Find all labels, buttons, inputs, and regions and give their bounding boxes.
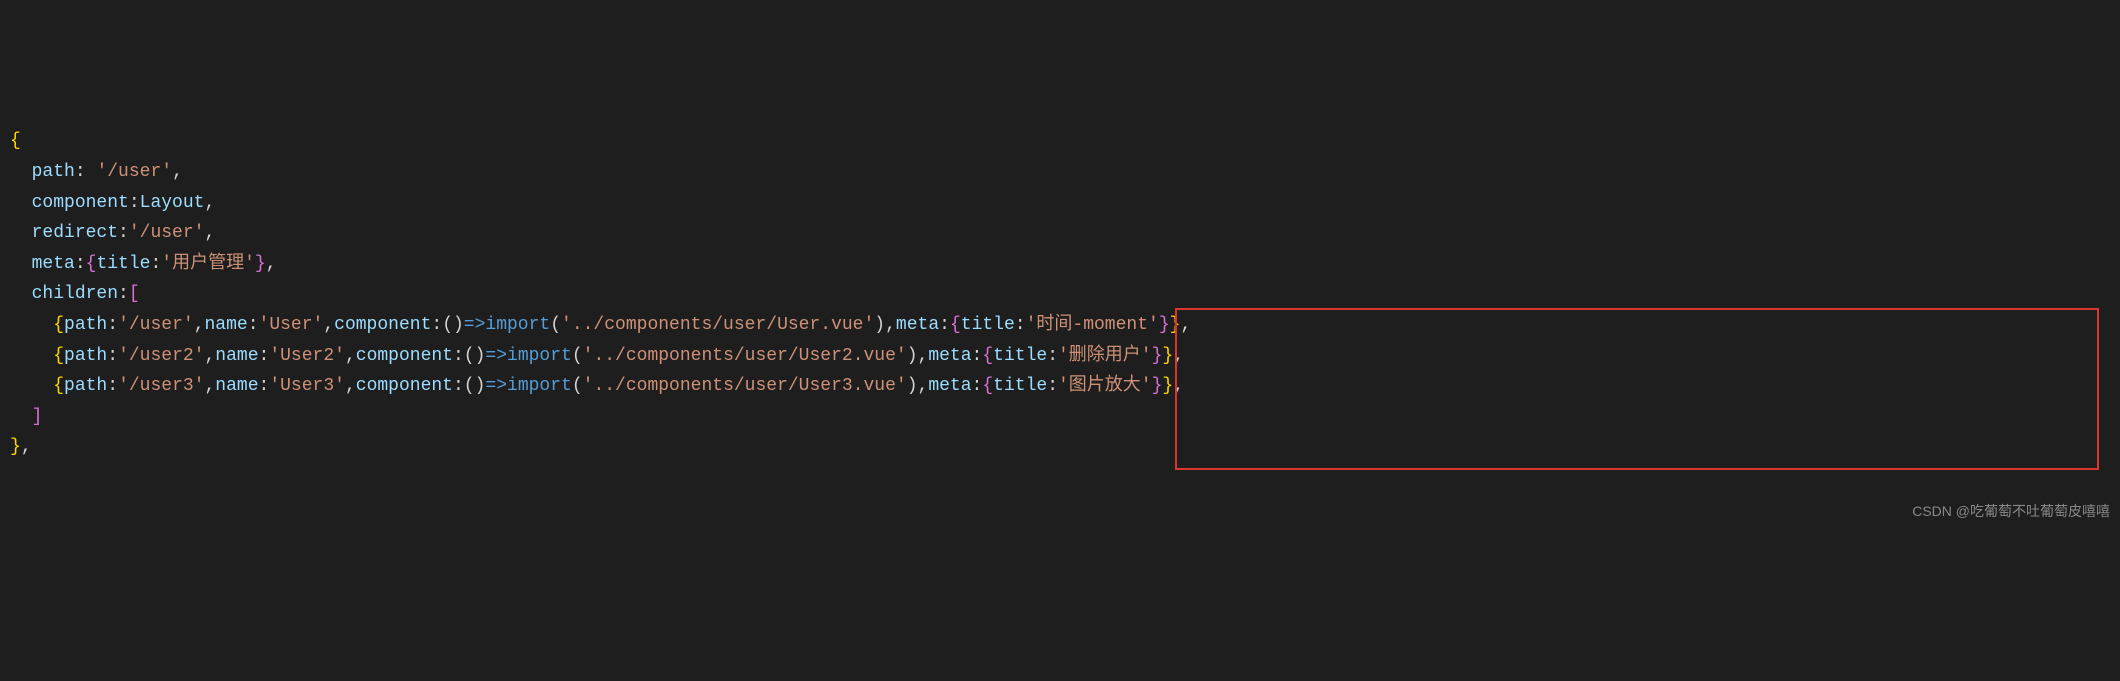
key-meta: meta bbox=[32, 254, 75, 274]
key-component: component bbox=[32, 193, 129, 213]
watermark: CSDN @吃葡萄不吐葡萄皮嘻嘻 bbox=[1912, 500, 2110, 524]
key-path: path bbox=[32, 162, 75, 182]
row1-import: '../components/user/User2.vue' bbox=[583, 346, 907, 366]
val-path: '/user' bbox=[96, 162, 172, 182]
row2-import: '../components/user/User3.vue' bbox=[583, 376, 907, 396]
highlight-box bbox=[1175, 308, 2099, 470]
brace-close: } bbox=[10, 437, 21, 457]
code-editor[interactable]: { path: '/user', component:Layout, redir… bbox=[0, 122, 2120, 528]
row0-name: 'User' bbox=[259, 315, 324, 335]
row0-path: '/user' bbox=[118, 315, 194, 335]
key-title: title bbox=[96, 254, 150, 274]
val-redirect: '/user' bbox=[129, 223, 205, 243]
row1-title: '删除用户' bbox=[1058, 346, 1152, 366]
key-redirect: redirect bbox=[32, 223, 118, 243]
row0-import: '../components/user/User.vue' bbox=[561, 315, 874, 335]
brace-open: { bbox=[10, 131, 21, 151]
row2-title: '图片放大' bbox=[1058, 376, 1152, 396]
row2-name: 'User3' bbox=[269, 376, 345, 396]
row1-path: '/user2' bbox=[118, 346, 204, 366]
row1-name: 'User2' bbox=[269, 346, 345, 366]
row2-path: '/user3' bbox=[118, 376, 204, 396]
val-component: Layout bbox=[140, 193, 205, 213]
val-meta-title: '用户管理' bbox=[161, 254, 255, 274]
key-children: children bbox=[32, 284, 118, 304]
row0-title: '时间-moment' bbox=[1026, 315, 1159, 335]
